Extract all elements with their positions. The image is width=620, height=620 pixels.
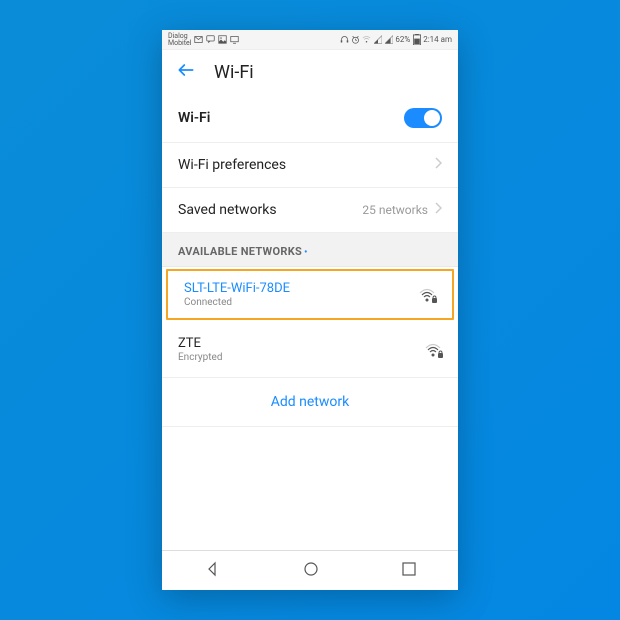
system-nav-bar <box>162 550 458 590</box>
signal-icon-1 <box>373 35 382 44</box>
screen-icon <box>230 35 239 44</box>
chat-icon <box>206 35 215 44</box>
signal-icon-2 <box>384 35 393 44</box>
carrier-label: Dialog Mobitel <box>168 33 191 47</box>
chevron-right-icon <box>434 202 442 218</box>
battery-percent: 62% <box>395 35 410 44</box>
status-left: Dialog Mobitel <box>168 33 239 47</box>
back-arrow-icon[interactable] <box>176 60 196 84</box>
wifi-toggle-switch[interactable] <box>404 108 442 128</box>
wifi-toggle-label: Wi-Fi <box>178 110 210 126</box>
available-networks-header: AVAILABLE NETWORKS• <box>162 233 458 267</box>
network-status: Connected <box>184 297 290 308</box>
nav-home-icon[interactable] <box>303 561 319 581</box>
network-status: Encrypted <box>178 352 222 363</box>
network-row-connected[interactable]: SLT-LTE-WiFi-78DE Connected <box>168 271 452 318</box>
chevron-right-icon <box>434 157 442 173</box>
wifi-signal-lock-icon <box>424 343 442 357</box>
highlighted-network-box: SLT-LTE-WiFi-78DE Connected <box>166 269 454 320</box>
status-bar: Dialog Mobitel <box>162 30 458 50</box>
add-network-button[interactable]: Add network <box>162 378 458 427</box>
status-right: 62% 2:14 am <box>340 35 452 44</box>
headset-icon <box>340 35 349 44</box>
battery-icon <box>412 35 421 44</box>
section-title: AVAILABLE NETWORKS <box>178 245 302 258</box>
image-icon <box>218 35 227 44</box>
saved-networks-row[interactable]: Saved networks 25 networks <box>162 188 458 233</box>
wifi-signal-lock-icon <box>418 288 436 302</box>
phone-screen: Dialog Mobitel <box>162 30 458 590</box>
wifi-preferences-row[interactable]: Wi-Fi preferences <box>162 143 458 188</box>
saved-networks-label: Saved networks <box>178 202 277 218</box>
page-title: Wi-Fi <box>214 62 254 83</box>
network-name: ZTE <box>178 336 222 351</box>
preferences-label: Wi-Fi preferences <box>178 157 286 173</box>
nav-back-icon[interactable] <box>204 561 220 581</box>
wifi-status-icon <box>362 35 371 44</box>
alarm-icon <box>351 35 360 44</box>
saved-networks-count: 25 networks <box>362 203 428 217</box>
mail-icon <box>194 35 203 44</box>
add-network-label: Add network <box>271 394 349 410</box>
clock-time: 2:14 am <box>423 35 452 44</box>
network-row[interactable]: ZTE Encrypted <box>162 322 458 377</box>
nav-recent-icon[interactable] <box>402 561 416 580</box>
wifi-toggle-row[interactable]: Wi-Fi <box>162 94 458 143</box>
network-name: SLT-LTE-WiFi-78DE <box>184 281 290 296</box>
app-bar: Wi-Fi <box>162 50 458 94</box>
refresh-indicator-icon: • <box>304 248 308 258</box>
